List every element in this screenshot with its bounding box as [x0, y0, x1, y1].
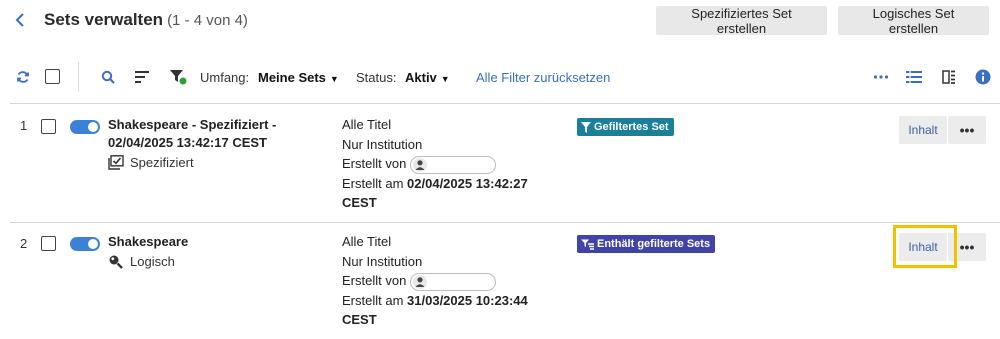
set-name-line2: 02/04/2025 13:42:17 CEST: [108, 135, 267, 150]
creator-chip[interactable]: [410, 272, 497, 291]
set-name[interactable]: Shakespeare: [108, 233, 188, 251]
column-view-icon[interactable]: [940, 68, 958, 86]
list-item: 2 Shakespeare Logisch Alle Titel Nur Ins…: [0, 223, 1000, 339]
avatar: [413, 157, 428, 172]
create-itemized-set-button[interactable]: Spezifiziertes Set erstellen: [656, 6, 827, 36]
scope-filter-label: Umfang:: [200, 70, 250, 85]
reset-filters-link[interactable]: Alle Filter zurücksetzen: [476, 70, 610, 85]
set-content: Alle Titel: [342, 234, 392, 249]
status-filter-value: Aktiv: [405, 70, 437, 85]
row-checkbox[interactable]: [41, 119, 56, 134]
created-by: Erstellt von: [342, 154, 528, 174]
set-scope: Nur Institution: [342, 253, 423, 269]
created-on-label: Erstellt am: [342, 292, 404, 308]
toggle-knob: [88, 122, 98, 132]
scope-filter-dropdown[interactable]: Meine Sets ▼: [258, 70, 339, 85]
created-on: Erstellt am 02/04/2025 13:42:27: [342, 174, 528, 194]
avatar: [413, 274, 428, 289]
info-icon[interactable]: [974, 68, 992, 86]
status-filter-dropdown[interactable]: Aktiv ▼: [405, 70, 450, 85]
set-content: Alle Titel: [342, 117, 392, 132]
more-options-icon[interactable]: [872, 68, 890, 86]
content-button[interactable]: Inhalt: [899, 116, 947, 144]
set-meta: Alle Titel Nur Institution Erstellt von …: [342, 115, 528, 213]
active-toggle[interactable]: [70, 120, 100, 134]
created-on-value: 02/04/2025 13:42:27: [407, 175, 528, 191]
highlight-box: [893, 225, 957, 268]
set-type: Spezifiziert: [108, 155, 194, 170]
toggle-knob: [88, 239, 98, 249]
set-name[interactable]: Shakespeare - Spezifiziert - 02/04/2025 …: [108, 116, 276, 152]
back-chevron-icon[interactable]: [14, 10, 30, 30]
scope-filter-value: Meine Sets: [258, 70, 326, 85]
set-type: Logisch: [108, 254, 175, 269]
row-number: 1: [20, 118, 28, 133]
page-title: Sets verwalten (1 - 4 von 4): [44, 10, 248, 30]
badge-label: Enthält gefilterte Sets: [597, 238, 711, 250]
set-name-line1: Shakespeare: [108, 234, 189, 249]
created-by: Erstellt von: [342, 271, 528, 291]
created-by-label: Erstellt von: [342, 273, 407, 288]
search-icon[interactable]: [99, 68, 117, 86]
create-logical-set-button[interactable]: Logisches Set erstellen: [838, 6, 989, 36]
row-number: 2: [20, 236, 28, 251]
created-on-tz: CEST: [342, 312, 377, 328]
list-view-icon[interactable]: [905, 68, 923, 86]
logical-set-icon: [109, 255, 123, 269]
select-all-checkbox[interactable]: [45, 69, 60, 84]
created-on-tz-line: CEST: [342, 310, 528, 330]
created-on: Erstellt am 31/03/2025 10:23:44: [342, 291, 528, 311]
creator-chip[interactable]: [410, 155, 497, 174]
created-on-tz: CEST: [342, 195, 377, 211]
toolbar-divider: [78, 62, 79, 92]
result-count: (1 - 4 von 4): [167, 12, 248, 29]
created-on-tz-line: CEST: [342, 193, 528, 213]
layers-filter-icon: [581, 239, 594, 250]
set-type-label: Spezifiziert: [130, 155, 194, 170]
sort-icon[interactable]: [133, 68, 151, 86]
row-checkbox[interactable]: [41, 236, 56, 251]
active-toggle[interactable]: [70, 237, 100, 251]
set-type-label: Logisch: [130, 254, 175, 269]
status-badge: Enthält gefilterte Sets: [577, 235, 716, 253]
page-header: Sets verwalten (1 - 4 von 4) Spezifiziert…: [0, 0, 1000, 44]
created-on-value: 31/03/2025 10:23:44: [407, 292, 528, 308]
set-name-line1: Shakespeare - Spezifiziert -: [108, 117, 277, 132]
created-on-label: Erstellt am: [342, 175, 404, 191]
page-title-text: Sets verwalten: [44, 10, 164, 29]
set-scope: Nur Institution: [342, 136, 423, 152]
chevron-down-icon: ▼: [440, 74, 450, 84]
chevron-down-icon: ▼: [329, 74, 339, 84]
filter-icon: [581, 121, 591, 133]
filter-icon[interactable]: [169, 68, 187, 86]
set-meta: Alle Titel Nur Institution Erstellt von …: [342, 232, 528, 330]
list-item: 1 Shakespeare - Spezifiziert - 02/04/202…: [0, 104, 1000, 222]
status-badge: Gefiltertes Set: [577, 118, 674, 136]
refresh-icon[interactable]: [14, 68, 32, 86]
toolbar: Umfang: Meine Sets ▼ Status: Aktiv ▼ Alle …: [0, 58, 1000, 98]
created-by-label: Erstellt von: [342, 156, 407, 171]
itemized-set-icon: [108, 155, 124, 170]
status-filter-label: Status:: [356, 70, 397, 85]
row-more-button[interactable]: •••: [948, 116, 986, 144]
badge-label: Gefiltertes Set: [594, 121, 669, 133]
